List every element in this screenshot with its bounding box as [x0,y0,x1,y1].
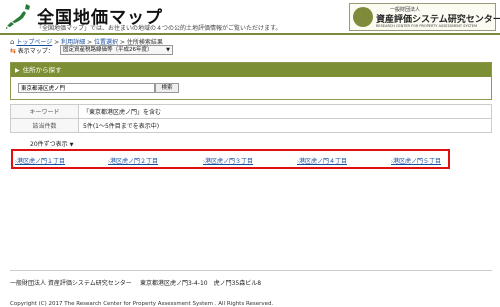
triangle-right-icon: ▶ [15,67,20,74]
result-link-1[interactable]: ›港区虎ノ門１丁目 [15,156,65,165]
search-panel-header: ▶ 住所から探す [11,63,491,77]
info-row-count: 該当件数 5件(1〜5件目までを表示中) [10,118,492,133]
result-link-2[interactable]: ›港区虎ノ門２丁目 [108,156,158,165]
footer-address: 東京都港区虎ノ門3-4-10 虎ノ門35森ビル8 [140,280,262,287]
result-link-5[interactable]: ›港区虎ノ門５丁目 [391,156,441,165]
org-emblem-icon [353,7,373,27]
header-divider [0,33,500,35]
result-label: 港区虎ノ門２丁目 [110,158,159,165]
per-page-label: 20件ずつ表示 [30,141,68,148]
footer-org: 一般財団法人 資産評価システム研究センター [10,280,132,287]
address-search-panel: ▶住所から探す 検索 [10,62,492,100]
result-link-3[interactable]: ›港区虎ノ門３丁目 [203,156,253,165]
result-label: 港区虎ノ門３丁目 [205,158,254,165]
footer-divider [10,270,492,271]
chevron-down-icon: ▼ [166,47,170,53]
japan-map-logo-icon [6,4,30,29]
info-key: 該当件数 [10,118,79,133]
search-heading: 住所から探す [22,66,62,74]
footer-copyright: Copyright (C) 2017 The Research Center f… [10,301,274,307]
org-logo-english: RESEARCH CENTER FOR PROPERTY ASSESSMENT … [376,24,478,28]
info-key: キーワード [10,104,79,119]
map-select-value: 固定資産税路線価等（平成26年度） [63,47,153,53]
info-row-keyword: キーワード 「東京都港区虎ノ門」を含む [10,104,492,119]
chevron-down-icon: ▼ [69,142,74,148]
search-button[interactable]: 検索 [155,83,179,93]
org-logo[interactable]: 一般財団法人 資産評価システム研究センター RESEARCH CENTER FO… [349,3,500,31]
per-page-select[interactable]: 20件ずつ表示 ▼ [30,139,73,148]
map-selector-row: ⇆ 表示マップ： 固定資産税路線価等（平成26年度） ▼ [10,45,173,55]
address-search-input[interactable] [18,83,155,93]
map-select[interactable]: 固定資産税路線価等（平成26年度） ▼ [60,45,173,55]
site-description: 「全国地価マップ」では、お住まいの地域の４つの公的土地評価情報がご覧いただけます… [36,25,282,32]
result-label: 港区虎ノ門１丁目 [17,158,66,165]
result-link-4[interactable]: ›港区虎ノ門４丁目 [297,156,347,165]
search-info-table: キーワード 「東京都港区虎ノ門」を含む 該当件数 5件(1〜5件目までを表示中) [10,104,492,133]
map-selector-label: 表示マップ： [17,48,54,55]
info-value: 「東京都港区虎ノ門」を含む [78,104,492,119]
breadcrumb-top[interactable]: トップページ [16,39,52,46]
info-value: 5件(1〜5件目までを表示中) [78,118,492,133]
home-icon: ⌂ [10,38,15,46]
swap-arrow-icon: ⇆ [10,47,16,55]
result-label: 港区虎ノ門４丁目 [299,158,348,165]
result-label: 港区虎ノ門５丁目 [393,158,442,165]
